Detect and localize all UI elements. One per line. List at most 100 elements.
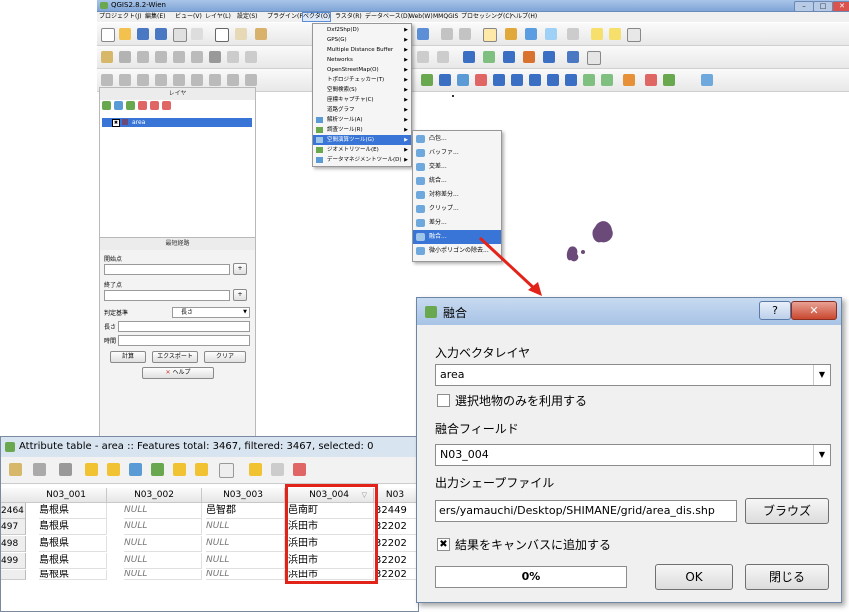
row-header[interactable]: 499	[1, 553, 26, 569]
menu-help[interactable]: ヘルプ(H)	[510, 12, 537, 22]
cut-features-icon[interactable]	[227, 51, 239, 63]
table-cell[interactable]: 島根県	[39, 519, 107, 535]
vector-menu-item-geoprocessing-tools[interactable]: 空間演算ツール(G) ▶	[313, 135, 411, 145]
db-manager-icon[interactable]	[463, 51, 475, 63]
add-to-canvas-checkbox[interactable]: ✖	[437, 538, 450, 551]
crosshair-icon[interactable]	[645, 74, 657, 86]
text-annotation-icon[interactable]	[609, 28, 621, 40]
geoprocessing-item-union[interactable]: 統合...	[413, 174, 501, 188]
node-tool-icon[interactable]	[191, 51, 203, 63]
table-cell[interactable]: NULL	[124, 519, 202, 535]
identify-icon[interactable]	[441, 28, 453, 40]
table-cell[interactable]: NULL	[124, 503, 202, 519]
move-feature-icon[interactable]	[173, 51, 185, 63]
save-edits-icon[interactable]	[33, 463, 46, 476]
table-cell[interactable]: 32202	[375, 536, 417, 552]
menu-mmqgis[interactable]: MMQGIS	[433, 12, 458, 22]
move-selection-top-icon[interactable]	[151, 463, 164, 476]
menu-plugins[interactable]: プラグイン(P)	[267, 12, 305, 22]
vector-menu-item-multiple-distance-buffer[interactable]: Multiple Distance Buffer ▶	[313, 45, 411, 55]
menu-layer[interactable]: レイヤ(L)	[205, 12, 231, 22]
menu-project[interactable]: プロジェクト(J)	[99, 12, 141, 22]
geoprocessing-item-symmetric-difference[interactable]: 対称差分...	[413, 188, 501, 202]
attribute-table-icon[interactable]	[545, 28, 557, 40]
table-cell[interactable]: 島根県	[39, 553, 107, 569]
start-point-capture-button[interactable]: +	[233, 263, 247, 275]
copy-features-icon[interactable]	[245, 51, 257, 63]
output-shapefile-input[interactable]: ers/yamauchi/Desktop/SHIMANE/grid/area_d…	[435, 500, 737, 522]
column-header-n03-003[interactable]: N03_003	[202, 488, 285, 503]
collapse-all-icon[interactable]	[150, 101, 159, 110]
label-pin-icon[interactable]	[437, 51, 449, 63]
row-header[interactable]: 498	[1, 536, 26, 552]
row-header[interactable]	[1, 570, 26, 580]
simplify-icon[interactable]	[155, 74, 167, 86]
fill-ring-icon[interactable]	[209, 74, 221, 86]
table-cell[interactable]: NULL	[206, 519, 285, 535]
delete-selected-icon[interactable]	[209, 51, 221, 63]
save-edits-icon[interactable]	[137, 51, 149, 63]
georeferencer-icon[interactable]	[523, 51, 535, 63]
toggle-editing-icon[interactable]	[119, 51, 131, 63]
row-header[interactable]: 2464	[1, 503, 26, 519]
end-point-capture-button[interactable]: +	[233, 289, 247, 301]
vector-menu-item-data-management-tools[interactable]: データマネジメントツール(D) ▶	[313, 155, 411, 165]
geoprocessing-item-difference[interactable]: 差分...	[413, 216, 501, 230]
python-console-icon[interactable]	[503, 51, 515, 63]
geoprocessing-item-clip[interactable]: クリップ...	[413, 202, 501, 216]
filter-legend-icon[interactable]	[126, 101, 135, 110]
vector-menu-item-road-graph[interactable]: 道路グラフ ▶	[313, 105, 411, 115]
help-button[interactable]: ✕ ヘルプ	[142, 367, 214, 379]
browse-button[interactable]: ブラウズ	[745, 498, 829, 524]
browser-icon[interactable]	[567, 51, 579, 63]
start-point-input[interactable]	[104, 264, 230, 275]
zoom-in-icon[interactable]	[255, 28, 267, 40]
delete-ring-icon[interactable]	[227, 74, 239, 86]
vector-menu-item-networks[interactable]: Networks ▶	[313, 55, 411, 65]
table-cell[interactable]: 32449	[375, 503, 417, 519]
menu-raster[interactable]: ラスタ(R)	[335, 12, 362, 22]
add-delimited-text-icon[interactable]	[583, 74, 595, 86]
pan-to-selected-icon[interactable]	[173, 463, 186, 476]
compose-manager-icon[interactable]	[191, 28, 203, 40]
menu-edit[interactable]: 編集(E)	[145, 12, 165, 22]
zoom-to-selected-icon[interactable]	[195, 463, 208, 476]
new-column-icon[interactable]	[249, 463, 262, 476]
column-header-n03-002[interactable]: N03_002	[107, 488, 202, 503]
close-window-button[interactable]: ✕	[832, 1, 849, 12]
table-cell[interactable]: NULL	[206, 553, 285, 569]
pan-icon[interactable]	[215, 28, 229, 42]
selected-only-checkbox[interactable]	[437, 394, 450, 407]
add-spatialite-icon[interactable]	[475, 74, 487, 86]
end-point-input[interactable]	[104, 290, 230, 301]
remove-layer-icon[interactable]	[162, 101, 171, 110]
dialog-close-icon[interactable]: ✕	[791, 301, 837, 320]
vector-menu-item-coordinate-capture[interactable]: 座標キャプチャ(C) ▶	[313, 95, 411, 105]
menu-view[interactable]: ビュー(V)	[175, 12, 202, 22]
vector-menu-item-spatial-query[interactable]: 空間検索(S) ▶	[313, 85, 411, 95]
export-button[interactable]: エクスポート	[152, 351, 198, 363]
print-composer-icon[interactable]	[173, 28, 187, 42]
expand-all-icon[interactable]	[138, 101, 147, 110]
new-shapefile-icon[interactable]	[601, 74, 613, 86]
copy-rows-icon[interactable]	[219, 463, 234, 478]
column-header-n03[interactable]: N03	[374, 488, 417, 503]
toggle-editing-icon[interactable]	[9, 463, 22, 476]
pan-to-selection-icon[interactable]	[235, 28, 247, 40]
deselect-icon[interactable]	[505, 28, 517, 40]
table-cell[interactable]: 島根県	[39, 570, 107, 580]
digitize-icon[interactable]	[101, 74, 113, 86]
vector-menu-item-topology-checker[interactable]: トポロジチェッカー(T) ▶	[313, 75, 411, 85]
whats-this-icon[interactable]	[587, 51, 601, 65]
measure-icon[interactable]	[567, 28, 579, 40]
menu-database[interactable]: データベース(D)	[365, 12, 410, 22]
open-project-icon[interactable]	[119, 28, 131, 40]
menu-vector[interactable]: ベクタ(O)	[302, 12, 332, 22]
table-cell[interactable]: 邑智郡	[206, 503, 285, 519]
add-wfs-icon[interactable]	[565, 74, 577, 86]
table-cell[interactable]: 島根県	[39, 536, 107, 552]
column-header-n03-001[interactable]: N03_001	[26, 488, 107, 503]
annotation-icon[interactable]	[591, 28, 603, 40]
vector-menu-item-gps[interactable]: GPS(G) ▶	[313, 35, 411, 45]
add-postgis-icon[interactable]	[457, 74, 469, 86]
